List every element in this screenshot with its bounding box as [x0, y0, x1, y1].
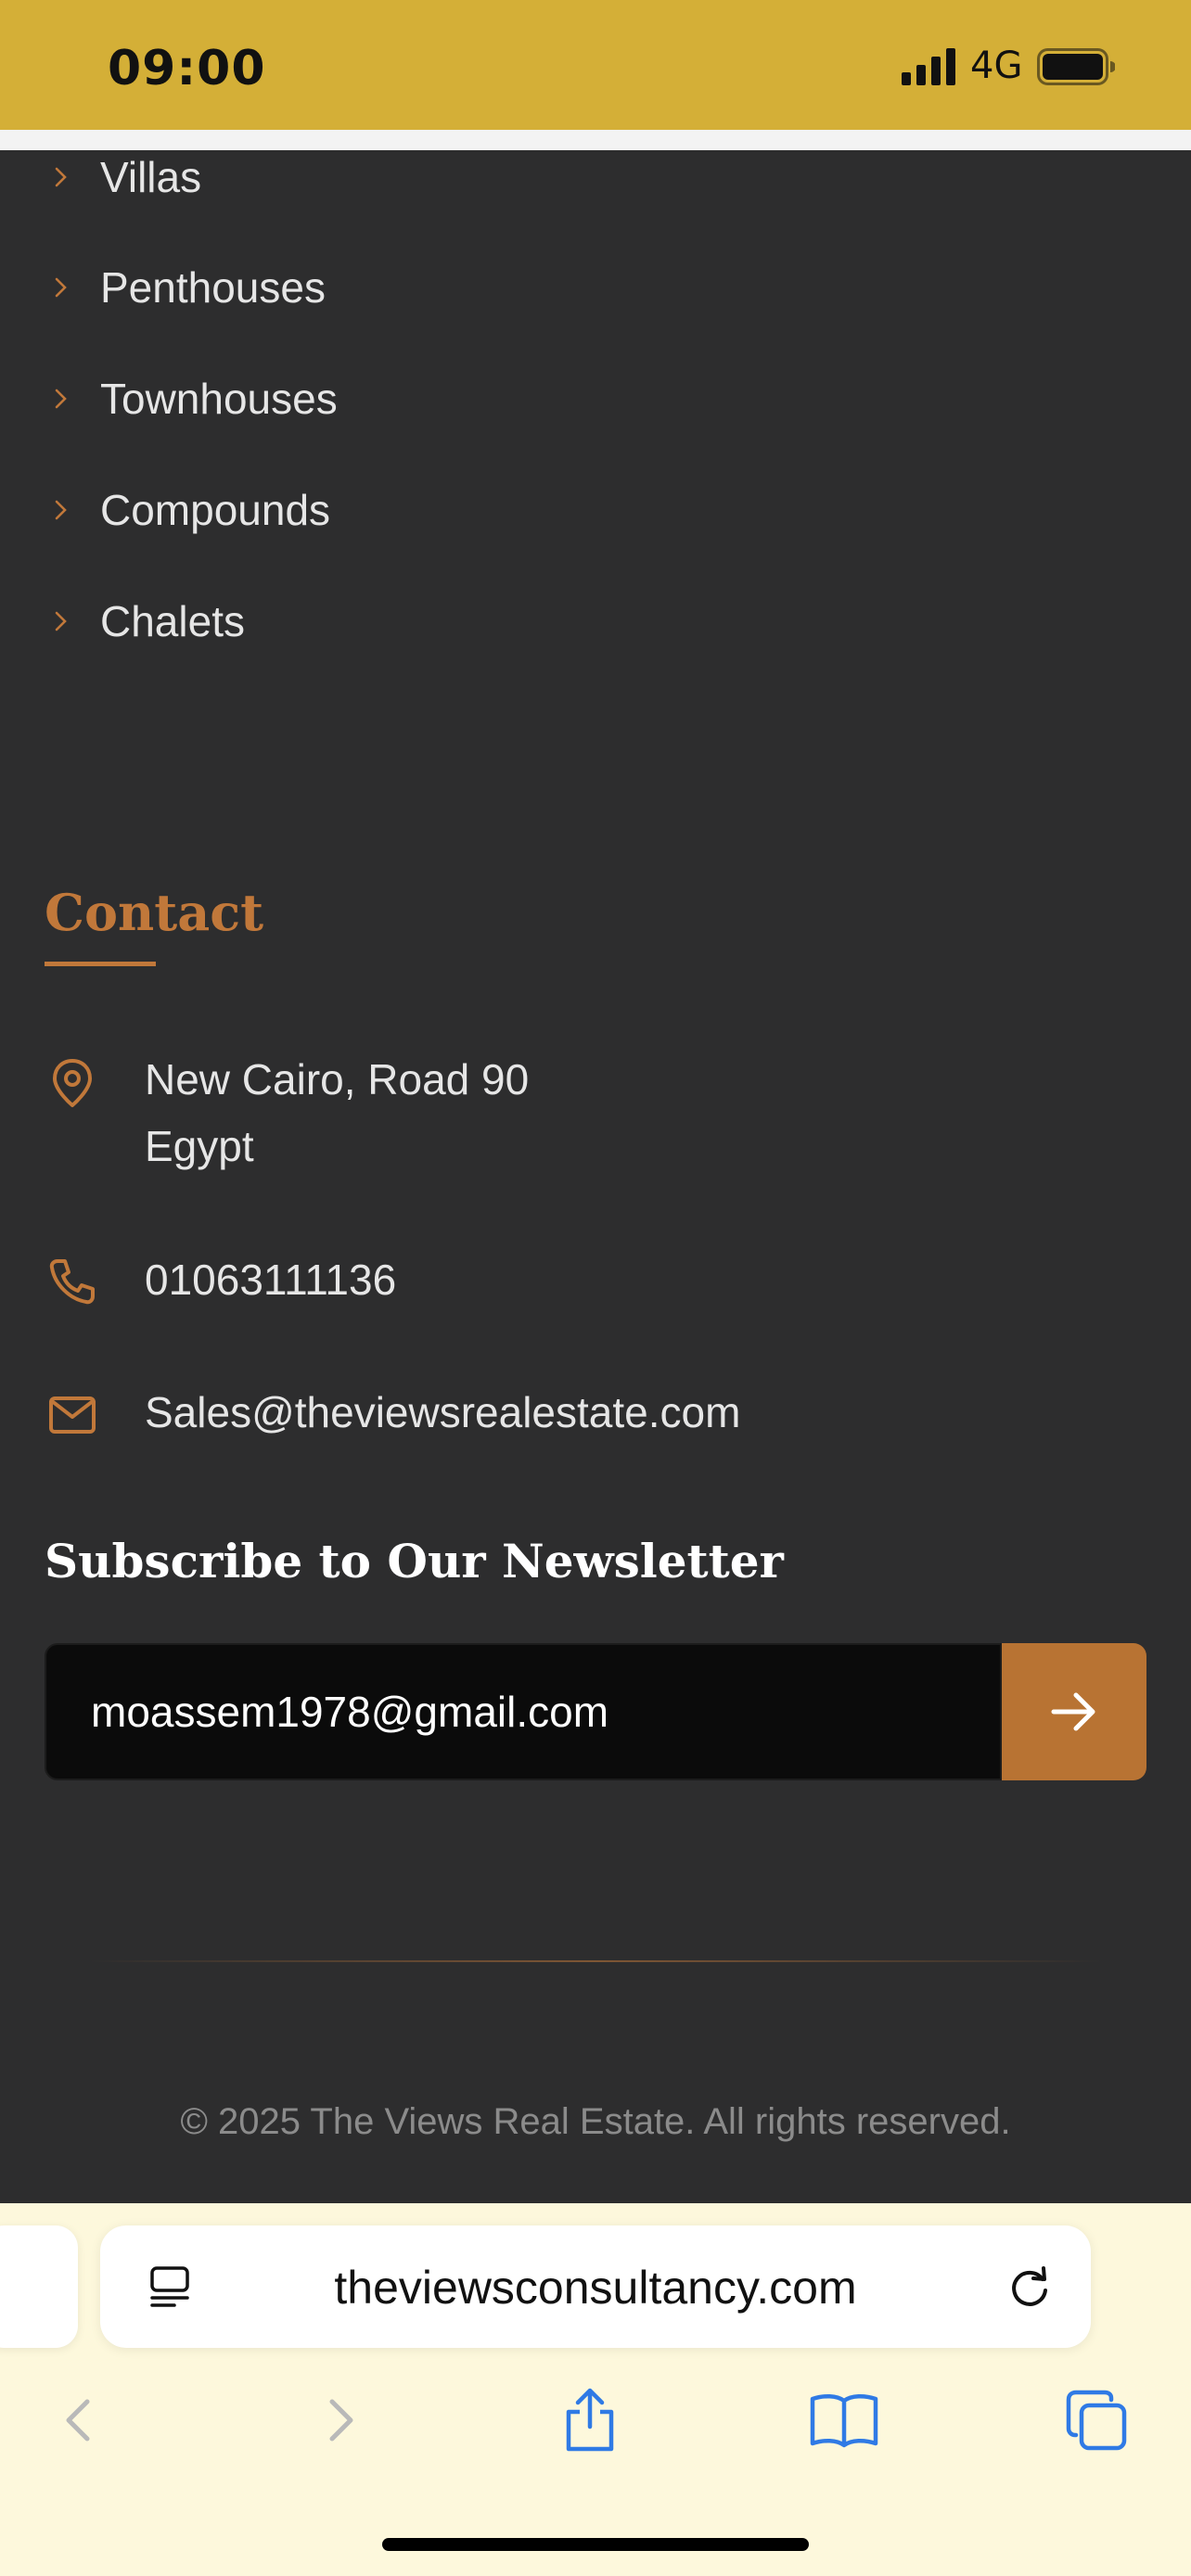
menu-item-townhouses[interactable]: Townhouses [0, 357, 557, 440]
chevron-right-icon [55, 167, 67, 187]
forward-button[interactable] [302, 2383, 377, 2457]
battery-icon [1037, 48, 1115, 85]
tabs-button[interactable] [1059, 2383, 1133, 2457]
menu-item-label: Townhouses [100, 375, 338, 423]
heading-underline [45, 962, 156, 966]
contact-heading: Contact [45, 883, 264, 942]
address-line-1: New Cairo, Road 90 [145, 1055, 530, 1103]
home-indicator[interactable] [382, 2538, 809, 2551]
location-pin-icon [53, 1059, 92, 1107]
share-icon [566, 2388, 614, 2452]
chevron-right-icon [55, 389, 67, 409]
url-text[interactable]: theviewsconsultancy.com [100, 2261, 1091, 2315]
menu-item-villas[interactable]: Villas [0, 135, 557, 219]
email-link[interactable]: Sales@theviewsrealestate.com [145, 1379, 740, 1446]
forward-icon [329, 2399, 353, 2442]
bookmarks-button[interactable] [807, 2383, 881, 2457]
envelope-icon [49, 1396, 96, 1434]
phone-icon [49, 1259, 95, 1305]
newsletter-email-input[interactable] [45, 1643, 1002, 1780]
chevron-right-icon [55, 500, 67, 520]
menu-item-label: Villas [100, 153, 202, 201]
copyright-text: © 2025 The Views Real Estate. All rights… [180, 2101, 1011, 2142]
phone-number[interactable]: 01063111136 [145, 1246, 396, 1313]
chevron-right-icon [55, 611, 67, 631]
arrow-right-icon [1051, 1692, 1095, 1731]
menu-item-label: Compounds [100, 486, 331, 534]
menu-item-compounds[interactable]: Compounds [0, 468, 557, 552]
back-button[interactable] [43, 2383, 117, 2457]
menu-item-label: Chalets [100, 597, 245, 645]
address: New Cairo, Road 90 Egypt [145, 1046, 529, 1180]
menu-item-chalets[interactable]: Chalets [0, 580, 557, 663]
newsletter-submit-button[interactable] [1002, 1643, 1146, 1780]
status-bar: 09:00 4G [0, 0, 1191, 130]
newsletter-heading: Subscribe to Our Newsletter [45, 1534, 784, 1588]
tabs-icon [1066, 2390, 1127, 2451]
reload-icon[interactable] [1005, 2263, 1054, 2311]
share-button[interactable] [553, 2383, 627, 2457]
back-icon [66, 2399, 90, 2442]
network-type: 4G [970, 45, 1023, 87]
address-bar[interactable]: theviewsconsultancy.com [100, 2225, 1091, 2348]
chevron-right-icon [55, 277, 67, 298]
menu-item-penthouses[interactable]: Penthouses [0, 246, 557, 329]
bookmarks-icon [810, 2394, 878, 2448]
previous-tab-peek[interactable] [0, 2225, 78, 2348]
signal-strength-icon [902, 48, 955, 85]
menu-item-label: Penthouses [100, 263, 326, 312]
footer-divider [89, 1960, 1102, 1962]
status-time: 09:00 [108, 41, 266, 96]
address-line-2: Egypt [145, 1122, 254, 1170]
